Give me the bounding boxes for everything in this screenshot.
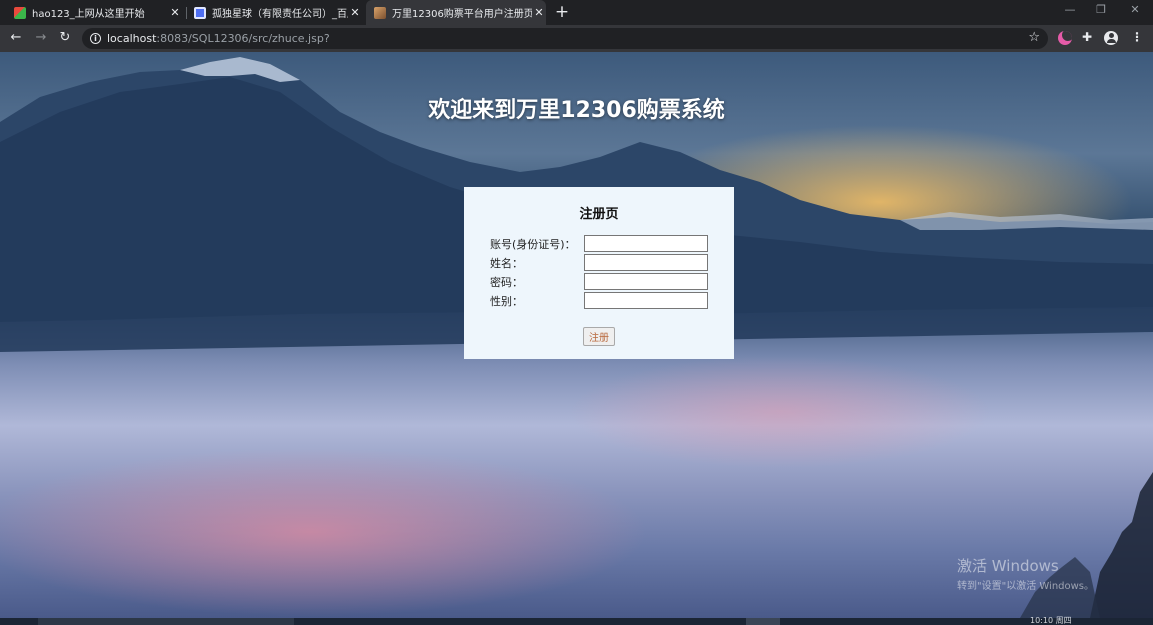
register-form: 注册页 账号(身份证号)： 姓名： 密码： 性别： 注册 [464, 187, 734, 359]
windows-activation-watermark: 激活 Windows 转到"设置"以激活 Windows。 [957, 555, 1094, 592]
page-icon [374, 6, 386, 19]
close-tab-icon[interactable]: ✕ [168, 6, 182, 19]
form-row-password: 密码： [490, 273, 720, 290]
form-heading: 注册页 [579, 207, 619, 222]
page-viewport: 欢迎来到万里12306购票系统 注册页 账号(身份证号)： 姓名： 密码： 性别… [0, 52, 1153, 618]
tab-divider [186, 7, 187, 19]
taskbar-clock[interactable]: 10:10 周四 [1030, 615, 1072, 625]
form-row-gender: 性别： [490, 292, 720, 309]
tab-hao123[interactable]: hao123_上网从这里开始 ✕ [14, 0, 182, 25]
password-label: 密码： [490, 276, 523, 289]
tree-silhouette [1090, 472, 1153, 618]
taskbar-active-app[interactable] [746, 618, 780, 625]
reload-button[interactable]: ↻ [57, 30, 73, 45]
browser-toolbar: ← → ↻ i localhost :8083/SQL12306/src/zhu… [0, 25, 1153, 52]
forward-button[interactable]: → [33, 30, 49, 45]
minimize-button[interactable]: — [1060, 3, 1080, 16]
name-label: 姓名： [490, 257, 523, 270]
gender-field[interactable] [584, 292, 708, 309]
tab-strip: hao123_上网从这里开始 ✕ 孤独星球（有限责任公司）_百度 ✕ 万里123… [0, 0, 1153, 25]
windows-taskbar: 10:10 周四 [0, 615, 1153, 625]
bookmark-star-icon[interactable]: ☆ [1028, 30, 1040, 45]
restore-button[interactable]: ❐ [1091, 3, 1111, 16]
id-number-label: 账号(身份证号)： [490, 238, 576, 251]
close-tab-icon[interactable]: ✕ [532, 6, 546, 19]
form-row-id-number: 账号(身份证号)： [490, 235, 720, 252]
page-title: 欢迎来到万里12306购票系统 [428, 98, 725, 123]
password-field[interactable] [584, 273, 708, 290]
info-icon[interactable]: i [90, 33, 101, 44]
tab-title: 万里12306购票平台用户注册页 [392, 9, 532, 20]
gender-label: 性别： [490, 295, 523, 308]
taskbar-search[interactable] [38, 618, 294, 625]
tab-baidu[interactable]: 孤独星球（有限责任公司）_百度 ✕ [194, 0, 362, 25]
profile-icon[interactable] [1104, 31, 1118, 45]
tab-title: hao123_上网从这里开始 [32, 9, 145, 20]
watermark-title: 激活 Windows [957, 557, 1059, 575]
close-tab-icon[interactable]: ✕ [348, 6, 362, 19]
new-tab-button[interactable]: + [554, 2, 570, 22]
back-button[interactable]: ← [8, 30, 24, 45]
id-number-field[interactable] [584, 235, 708, 252]
url-host: localhost [107, 32, 157, 45]
form-row-name: 姓名： [490, 254, 720, 271]
name-field[interactable] [584, 254, 708, 271]
moon-icon[interactable] [1058, 31, 1072, 45]
puzzle-icon[interactable]: ✚ [1082, 30, 1096, 44]
hao123-icon [14, 6, 26, 19]
tab-register-page[interactable]: 万里12306购票平台用户注册页 ✕ [366, 0, 546, 25]
register-button[interactable]: 注册 [583, 327, 615, 346]
distant-snow [900, 212, 1153, 230]
close-window-button[interactable]: ✕ [1125, 3, 1145, 16]
menu-icon[interactable]: ⋮ [1131, 30, 1145, 44]
address-bar[interactable]: i localhost :8083/SQL12306/src/zhuce.jsp… [82, 28, 1048, 49]
url-path: :8083/SQL12306/src/zhuce.jsp? [156, 32, 330, 45]
tab-title: 孤独星球（有限责任公司）_百度 [212, 9, 348, 20]
baidu-icon [194, 6, 206, 19]
watermark-subtitle: 转到"设置"以激活 Windows。 [957, 581, 1095, 592]
